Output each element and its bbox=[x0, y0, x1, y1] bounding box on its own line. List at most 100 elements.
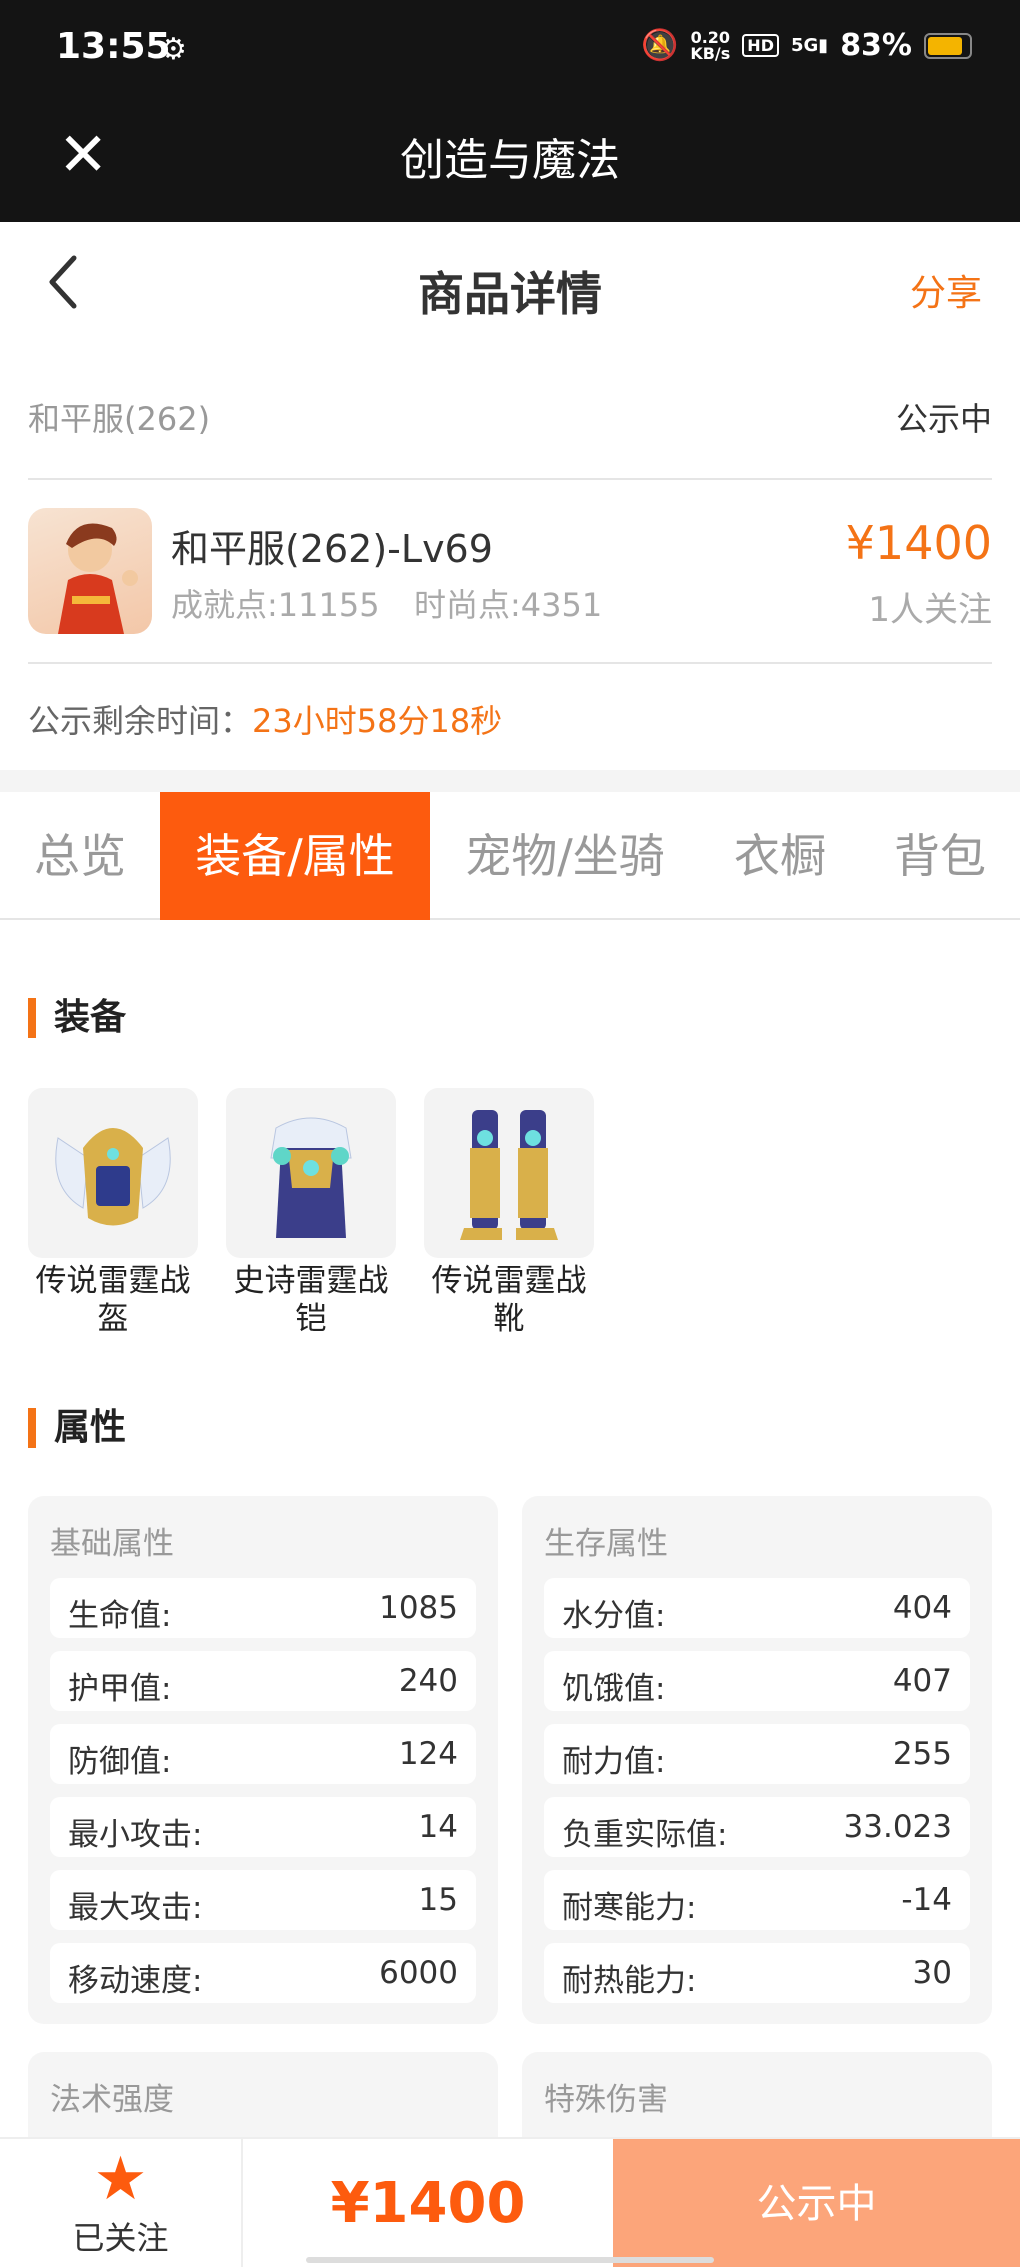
boots-icon bbox=[424, 1088, 594, 1258]
server-status: 公示中 bbox=[895, 400, 992, 438]
fashion-points: 时尚点:4351 bbox=[414, 586, 603, 624]
status-icons: 🔕 0.20 KB/s HD 5G▮ 83% bbox=[641, 28, 972, 63]
tab-pets-mounts[interactable]: 宠物/坐骑 bbox=[430, 792, 700, 920]
attribute-key: 防御值: bbox=[68, 1744, 172, 1780]
bottom-action-bar: ★ 已关注 ¥1400 公示中 bbox=[0, 2137, 1020, 2267]
attribute-key: 饥饿值: bbox=[562, 1671, 666, 1707]
armor-icon bbox=[226, 1088, 396, 1258]
attribute-key: 耐热能力: bbox=[562, 1963, 697, 1999]
remaining-time-value: 23小时58分18秒 bbox=[252, 702, 503, 740]
attribute-key: 耐寒能力: bbox=[562, 1890, 697, 1926]
attribute-value: 33.023 bbox=[843, 1809, 952, 1845]
speed-unit: KB/s bbox=[690, 43, 731, 63]
card-title: 生存属性 bbox=[544, 1526, 668, 1562]
attribute-value: 255 bbox=[892, 1736, 952, 1772]
share-button[interactable]: 分享 bbox=[910, 264, 982, 316]
tab-overview[interactable]: 总览 bbox=[0, 792, 160, 920]
webview-header: ✕ 创造与魔法 bbox=[0, 100, 1020, 222]
attribute-row: 防御值: 124 bbox=[50, 1724, 476, 1784]
attribute-key: 耐力值: bbox=[562, 1744, 666, 1780]
magic-power-card: 法术强度 bbox=[28, 2052, 498, 2137]
achievement-points: 成就点:11155 bbox=[171, 586, 380, 624]
gear-icon: ⚙ bbox=[160, 32, 187, 67]
battery-icon bbox=[924, 32, 972, 59]
star-icon: ★ bbox=[93, 2144, 148, 2214]
attributes-section-title: 属性 bbox=[28, 1408, 126, 1448]
card-title: 法术强度 bbox=[50, 2082, 174, 2118]
hd-icon: HD bbox=[742, 34, 779, 57]
mute-bell-icon: 🔕 bbox=[640, 28, 679, 63]
status-bar: 13:55 ⚙ 🔕 0.20 KB/s HD 5G▮ 83% bbox=[0, 0, 1020, 100]
remaining-time: 公示剩余时间：23小时58分18秒 bbox=[28, 696, 502, 742]
helmet-icon bbox=[28, 1088, 198, 1258]
attribute-row: 耐力值: 255 bbox=[544, 1724, 970, 1784]
product-name: 和平服(262)-Lv69 bbox=[171, 527, 493, 571]
attribute-row: 饥饿值: 407 bbox=[544, 1651, 970, 1711]
attribute-row: 最小攻击: 14 bbox=[50, 1797, 476, 1857]
tab-bar: 总览 装备/属性 宠物/坐骑 衣橱 背包 bbox=[0, 792, 1020, 920]
attribute-key: 最小攻击: bbox=[68, 1817, 203, 1853]
tab-wardrobe[interactable]: 衣橱 bbox=[700, 792, 860, 920]
attribute-value: 14 bbox=[418, 1809, 458, 1845]
product-card[interactable]: 和平服(262)-Lv69 成就点:11155 时尚点:4351 ¥1400 1… bbox=[28, 480, 992, 664]
attribute-value: 240 bbox=[398, 1663, 458, 1699]
battery-fill bbox=[928, 36, 962, 55]
attribute-value: 407 bbox=[892, 1663, 952, 1699]
equipment-item[interactable]: 传说雷霆战靴 bbox=[424, 1088, 594, 1338]
home-indicator[interactable] bbox=[306, 2257, 714, 2263]
follow-label: 已关注 bbox=[72, 2219, 169, 2257]
tab-backpack[interactable]: 背包 bbox=[860, 792, 1020, 920]
equipment-label: 传说雷霆战靴 bbox=[431, 1263, 587, 1337]
equipment-label: 传说雷霆战盔 bbox=[35, 1263, 191, 1337]
network-speed: 0.20 KB/s bbox=[690, 29, 731, 63]
attribute-row: 水分值: 404 bbox=[544, 1578, 970, 1638]
card-title: 特殊伤害 bbox=[544, 2082, 668, 2118]
attribute-row: 最大攻击: 15 bbox=[50, 1870, 476, 1930]
battery-percent: 83% bbox=[840, 28, 912, 63]
attribute-value: 30 bbox=[912, 1955, 952, 1991]
character-avatar bbox=[28, 508, 152, 634]
follow-button[interactable]: ★ 已关注 bbox=[0, 2139, 243, 2267]
attribute-value: 404 bbox=[892, 1590, 952, 1626]
equipment-label: 史诗雷霆战铠 bbox=[233, 1263, 389, 1337]
basic-attributes-card: 基础属性 生命值: 1085 护甲值: 240 防御值: 124 最小攻击: 1… bbox=[28, 1496, 498, 2024]
attribute-value: -14 bbox=[901, 1882, 952, 1918]
equipment-item[interactable]: 传说雷霆战盔 bbox=[28, 1088, 198, 1338]
attribute-key: 最大攻击: bbox=[68, 1890, 203, 1926]
attribute-key: 护甲值: bbox=[68, 1671, 172, 1707]
page-title: 商品详情 bbox=[418, 267, 602, 321]
attribute-row: 负重实际值: 33.023 bbox=[544, 1797, 970, 1857]
attribute-key: 移动速度: bbox=[68, 1963, 203, 1999]
attribute-value: 6000 bbox=[379, 1955, 458, 1991]
section-divider bbox=[0, 770, 1020, 792]
attribute-key: 水分值: bbox=[562, 1598, 666, 1634]
attribute-value: 124 bbox=[398, 1736, 458, 1772]
attribute-row: 生命值: 1085 bbox=[50, 1578, 476, 1638]
webview-title: 创造与魔法 bbox=[400, 135, 620, 186]
product-price: ¥1400 bbox=[845, 516, 992, 570]
equipment-section-title: 装备 bbox=[28, 998, 126, 1038]
nav-bar: 商品详情 分享 bbox=[0, 222, 1020, 352]
attribute-key: 负重实际值: bbox=[562, 1817, 728, 1853]
attribute-row: 耐热能力: 30 bbox=[544, 1943, 970, 2003]
signal-icon: 5G▮ bbox=[790, 35, 829, 56]
survival-attributes-card: 生存属性 水分值: 404 饥饿值: 407 耐力值: 255 负重实际值: 3… bbox=[522, 1496, 992, 2024]
attribute-row: 耐寒能力: -14 bbox=[544, 1870, 970, 1930]
equipment-item[interactable]: 史诗雷霆战铠 bbox=[226, 1088, 396, 1338]
server-name: 和平服(262) bbox=[28, 400, 211, 438]
attribute-key: 生命值: bbox=[68, 1598, 172, 1634]
bottom-price: ¥1400 bbox=[330, 2171, 526, 2236]
special-damage-card: 特殊伤害 bbox=[522, 2052, 992, 2137]
remaining-time-label: 公示剩余时间： bbox=[28, 702, 253, 740]
signal-label: 5G bbox=[790, 35, 819, 56]
status-time: 13:55 bbox=[56, 26, 171, 67]
attribute-value: 15 bbox=[418, 1882, 458, 1918]
card-title: 基础属性 bbox=[50, 1526, 174, 1562]
attribute-row: 移动速度: 6000 bbox=[50, 1943, 476, 2003]
attribute-row: 护甲值: 240 bbox=[50, 1651, 476, 1711]
follower-count: 1人关注 bbox=[868, 590, 992, 630]
publicity-button[interactable]: 公示中 bbox=[613, 2139, 1020, 2267]
tab-equipment-attributes[interactable]: 装备/属性 bbox=[160, 792, 430, 920]
attribute-value: 1085 bbox=[379, 1590, 458, 1626]
server-row: 和平服(262) 公示中 bbox=[28, 352, 992, 480]
